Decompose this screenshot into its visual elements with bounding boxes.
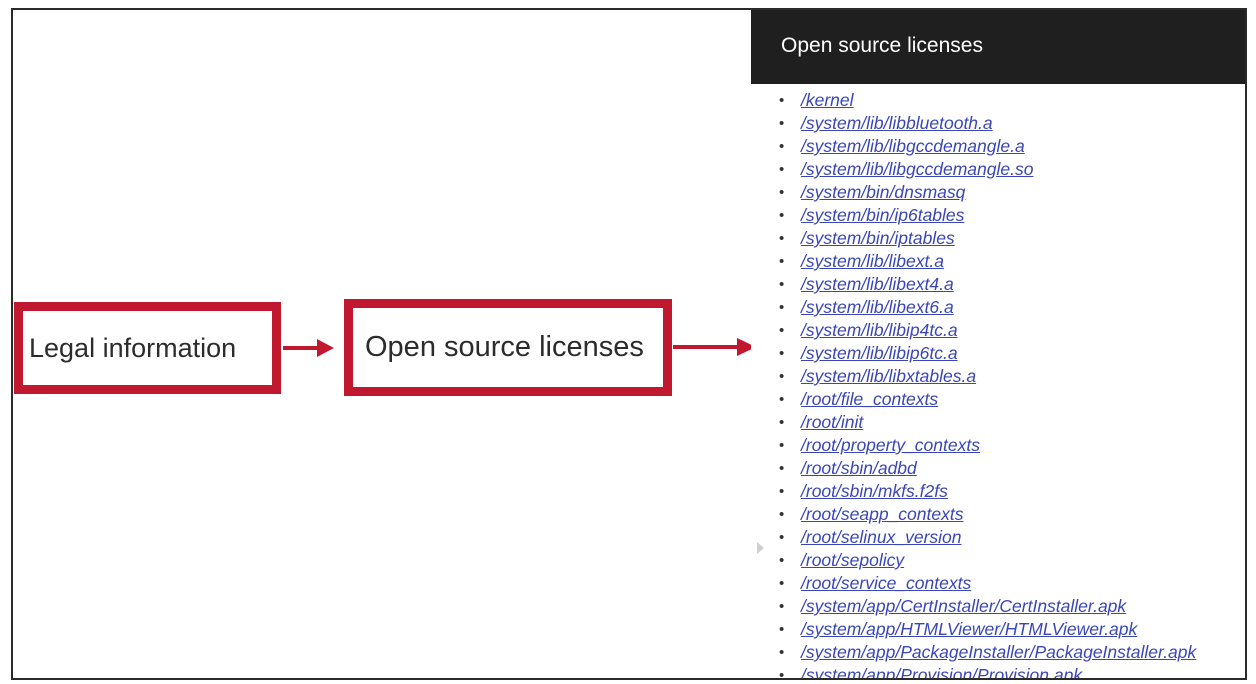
bullet-icon: • [779, 92, 785, 109]
bullet-icon: • [779, 276, 785, 293]
legal-information-label: Legal information [29, 332, 237, 363]
list-item: • /system/lib/libgccdemangle.a [779, 135, 1245, 158]
bullet-icon: • [779, 184, 785, 201]
license-link[interactable]: /root/sbin/mkfs.f2fs [801, 481, 948, 501]
license-link[interactable]: /root/property_contexts [801, 435, 980, 455]
license-link[interactable]: /system/lib/libext6.a [801, 297, 954, 317]
license-link[interactable]: /system/app/Provision/Provision.apk [801, 665, 1082, 678]
license-link[interactable]: /system/bin/dnsmasq [801, 182, 965, 202]
license-link[interactable]: /root/service_contexts [801, 573, 971, 593]
license-link[interactable]: /system/lib/libip6tc.a [801, 343, 958, 363]
list-item: • /system/app/Provision/Provision.apk [779, 664, 1245, 680]
right-arrow-icon [673, 338, 756, 356]
license-link[interactable]: /system/bin/ip6tables [801, 205, 964, 225]
list-item: • /kernel [779, 89, 1245, 112]
list-item: • /root/file_contexts [779, 388, 1245, 411]
list-item: • /system/lib/libip4tc.a [779, 319, 1245, 342]
license-link[interactable]: /system/lib/libbluetooth.a [801, 113, 993, 133]
license-link[interactable]: /root/sepolicy [801, 550, 904, 570]
list-item: • /system/bin/ip6tables [779, 204, 1245, 227]
license-link[interactable]: /root/init [801, 412, 863, 432]
bullet-icon: • [779, 552, 785, 569]
license-link[interactable]: /system/lib/libext.a [801, 251, 944, 271]
bullet-icon: • [779, 391, 785, 408]
list-item: • /root/seapp_contexts [779, 503, 1245, 526]
bullet-icon: • [779, 161, 785, 178]
bullet-icon: • [779, 575, 785, 592]
bullet-icon: • [779, 299, 785, 316]
bullet-icon: • [779, 621, 785, 638]
list-item: • /system/lib/libbluetooth.a [779, 112, 1245, 135]
license-link[interactable]: /system/lib/libext4.a [801, 274, 954, 294]
license-link[interactable]: /root/sbin/adbd [801, 458, 917, 478]
license-link[interactable]: /system/app/HTMLViewer/HTMLViewer.apk [801, 619, 1137, 639]
bullet-icon: • [779, 483, 785, 500]
license-list: • /kernel • /system/lib/libbluetooth.a • /s… [751, 84, 1245, 680]
right-arrow-icon [283, 339, 334, 357]
license-link[interactable]: /system/lib/libip4tc.a [801, 320, 958, 340]
license-link[interactable]: /root/selinux_version [801, 527, 962, 547]
list-item: • /root/property_contexts [779, 434, 1245, 457]
list-item: • /root/init [779, 411, 1245, 434]
licenses-screen: Open source licenses • /kernel • /system/l… [751, 10, 1245, 680]
list-item: • /system/lib/libext6.a [779, 296, 1245, 319]
list-item: • /system/bin/dnsmasq [779, 181, 1245, 204]
license-link[interactable]: /system/app/PackageInstaller/PackageInst… [801, 642, 1196, 662]
bullet-icon: • [779, 138, 785, 155]
legal-information-highlight[interactable]: Legal information [14, 302, 281, 394]
list-item: • /system/lib/libxtables.a [779, 365, 1245, 388]
triangle-right-icon [757, 542, 764, 554]
open-source-licenses-label: Open source licenses [365, 331, 644, 363]
license-link[interactable]: /system/lib/libgccdemangle.so [801, 159, 1033, 179]
bullet-icon: • [779, 322, 785, 339]
bullet-icon: • [779, 598, 785, 615]
bullet-icon: • [779, 207, 785, 224]
list-item: • /system/lib/libext4.a [779, 273, 1245, 296]
bullet-icon: • [779, 345, 785, 362]
screen-title: Open source licenses [781, 34, 983, 57]
bullet-icon: • [779, 230, 785, 247]
list-item: • /root/selinux_version [779, 526, 1245, 549]
illustration-frame: Legal information Open source licenses O… [11, 8, 1247, 680]
list-item: • /system/lib/libip6tc.a [779, 342, 1245, 365]
bullet-icon: • [779, 115, 785, 132]
license-link[interactable]: /system/lib/libgccdemangle.a [801, 136, 1025, 156]
bullet-icon: • [779, 437, 785, 454]
bullet-icon: • [779, 368, 785, 385]
license-link[interactable]: /system/app/CertInstaller/CertInstaller.… [801, 596, 1126, 616]
list-item: • /system/app/PackageInstaller/PackageIns… [779, 641, 1245, 664]
open-source-licenses-highlight[interactable]: Open source licenses [344, 299, 672, 396]
list-item: • /system/app/CertInstaller/CertInstaller… [779, 595, 1245, 618]
license-link[interactable]: /system/bin/iptables [801, 228, 955, 248]
license-link[interactable]: /root/file_contexts [801, 389, 938, 409]
bullet-icon: • [779, 644, 785, 661]
list-item: • /root/sbin/adbd [779, 457, 1245, 480]
list-item: • /root/service_contexts [779, 572, 1245, 595]
screen-header: Open source licenses [751, 10, 1245, 84]
bullet-icon: • [779, 529, 785, 546]
list-item: • /system/app/HTMLViewer/HTMLViewer.apk [779, 618, 1245, 641]
list-item: • /system/lib/libgccdemangle.so [779, 158, 1245, 181]
license-link[interactable]: /kernel [801, 90, 854, 110]
list-item: • /root/sbin/mkfs.f2fs [779, 480, 1245, 503]
bullet-icon: • [779, 460, 785, 477]
bullet-icon: • [779, 414, 785, 431]
list-item: • /system/bin/iptables [779, 227, 1245, 250]
bullet-icon: • [779, 253, 785, 270]
bullet-icon: • [779, 506, 785, 523]
list-item: • /root/sepolicy [779, 549, 1245, 572]
list-item: • /system/lib/libext.a [779, 250, 1245, 273]
license-link[interactable]: /root/seapp_contexts [801, 504, 963, 524]
bullet-icon: • [779, 667, 785, 680]
license-link[interactable]: /system/lib/libxtables.a [801, 366, 976, 386]
